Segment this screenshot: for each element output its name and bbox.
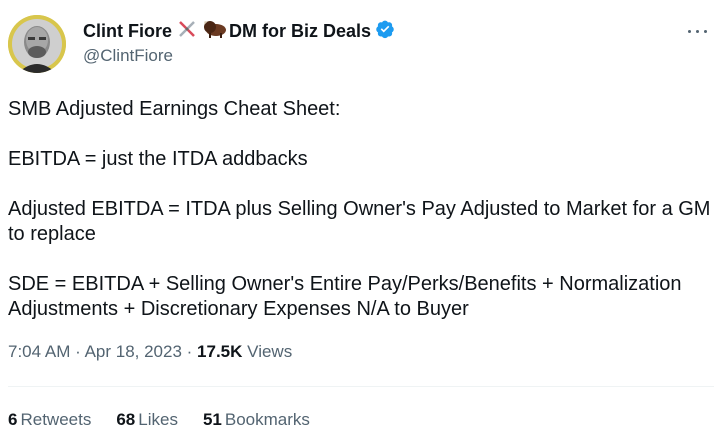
meta-separator: · <box>75 342 85 361</box>
tweet-stats: 6 Retweets 68 Likes 51 Bookmarks <box>8 410 335 430</box>
retweets-stat[interactable]: 6 Retweets <box>8 410 91 430</box>
crossed-swords-icon <box>177 19 197 44</box>
author-handle[interactable]: @ClintFiore <box>83 46 395 66</box>
bookmarks-count: 51 <box>202 410 222 429</box>
likes-count: 68 <box>116 410 136 429</box>
tweet-line: Adjusted EBITDA = ITDA plus Selling Owne… <box>8 198 717 245</box>
divider <box>8 386 714 387</box>
views-count: 17.5K <box>197 342 243 361</box>
more-options-icon[interactable] <box>686 21 710 41</box>
retweets-count: 6 <box>8 410 18 429</box>
bookmarks-stat[interactable]: 51 Bookmarks <box>203 410 310 430</box>
author-name-suffix[interactable]: DM for Biz Deals <box>229 21 371 42</box>
tweet-line: SMB Adjusted Earnings Cheat Sheet: <box>8 98 341 120</box>
bison-icon <box>202 19 228 44</box>
likes-stat[interactable]: 68 Likes <box>116 410 178 430</box>
bookmarks-label: Bookmarks <box>224 410 310 429</box>
name-row: Clint Fiore DM for Biz Deals <box>83 18 395 44</box>
tweet-meta: 7:04 AM · Apr 18, 2023 · 17.5K Views <box>8 342 292 362</box>
retweets-label: Retweets <box>20 410 92 429</box>
verified-badge-icon <box>375 19 395 44</box>
tweet-body: SMB Adjusted Earnings Cheat Sheet: EBITD… <box>8 97 714 322</box>
tweet-time[interactable]: 7:04 AM <box>8 342 70 361</box>
avatar[interactable] <box>8 15 66 73</box>
views-label: Views <box>247 342 293 361</box>
author-display-name[interactable]: Clint Fiore <box>83 21 172 42</box>
author-block: Clint Fiore DM for Biz Deals @ClintFiore <box>83 18 395 66</box>
tweet-header: Clint Fiore DM for Biz Deals @ClintFiore <box>8 15 714 77</box>
likes-label: Likes <box>138 410 178 429</box>
meta-separator: · <box>186 342 198 361</box>
tweet-line: SDE = EBITDA + Selling Owner's Entire Pa… <box>8 273 686 320</box>
tweet-line: EBITDA = just the ITDA addbacks <box>8 148 308 170</box>
tweet-date[interactable]: Apr 18, 2023 <box>85 342 182 361</box>
